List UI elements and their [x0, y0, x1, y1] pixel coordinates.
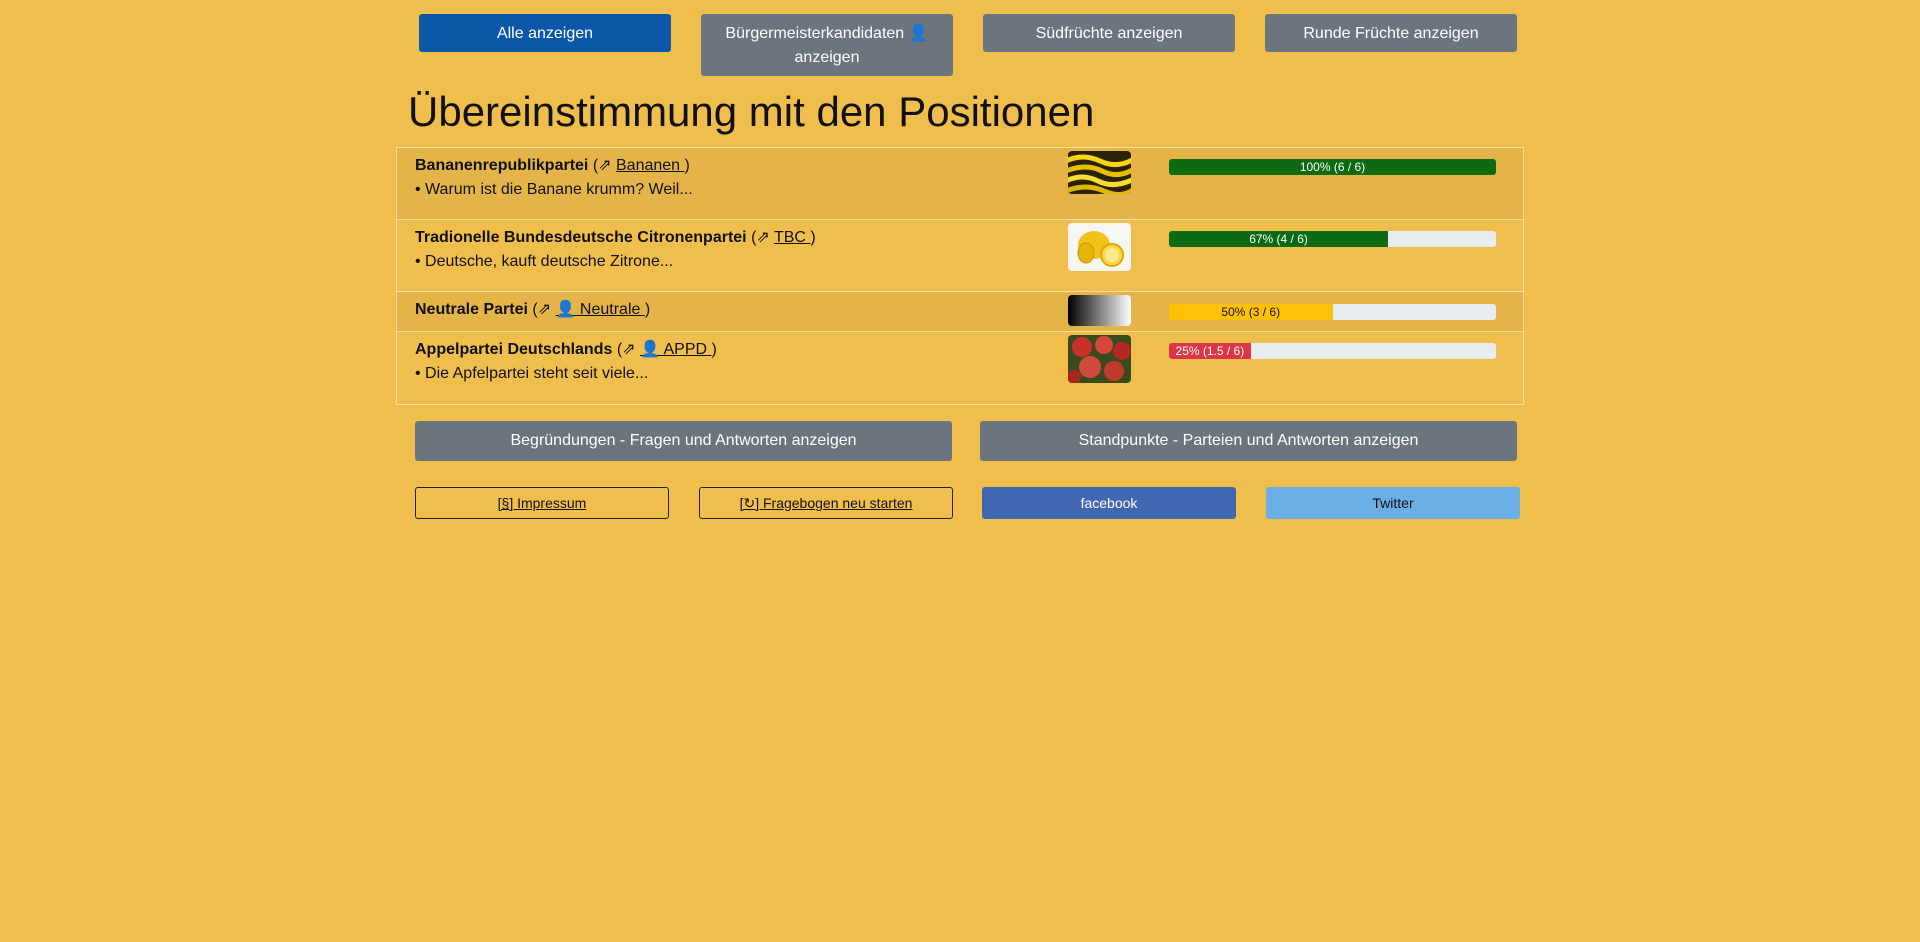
page-title: Übereinstimmung mit den Positionen [408, 88, 1095, 135]
party-row[interactable]: Appelpartei Deutschlands (⇗ 👤 APPD ) • D… [397, 332, 1523, 404]
match-progress-bar: 67% (4 / 6) [1169, 231, 1496, 247]
gradient-image [1068, 295, 1131, 326]
show-round-fruits-button[interactable]: Runde Früchte anzeigen [1265, 14, 1517, 52]
party-row[interactable]: Tradionelle Bundesdeutsche Citronenparte… [397, 220, 1523, 292]
twitter-share-button[interactable]: Twitter [1266, 487, 1520, 519]
open-link-icon: (⇗ [612, 341, 640, 358]
party-link[interactable]: Bananen [616, 157, 685, 174]
party-title: Tradionelle Bundesdeutsche Citronenparte… [415, 229, 747, 246]
show-tropical-fruits-button[interactable]: Südfrüchte anzeigen [983, 14, 1235, 52]
open-link-icon: (⇗ [588, 157, 616, 174]
party-close-paren: ) [711, 341, 717, 358]
match-progress-fill: 100% (6 / 6) [1169, 159, 1496, 175]
party-close-paren: ) [810, 229, 816, 246]
open-link-icon: (⇗ [527, 301, 556, 318]
match-progress-bar: 25% (1.5 / 6) [1169, 343, 1496, 359]
impressum-button[interactable]: [§] Impressum [415, 487, 669, 519]
party-results-list: Bananenrepublikpartei (⇗ Bananen ) • War… [396, 147, 1524, 405]
party-name: Neutrale Partei (⇗ 👤 Neutrale ) [415, 300, 650, 320]
restart-questionnaire-button[interactable]: [↻] Fragebogen neu starten [699, 487, 953, 519]
facebook-share-button[interactable]: facebook [982, 487, 1236, 519]
show-reasons-button[interactable]: Begründungen - Fragen und Antworten anze… [415, 421, 952, 461]
match-progress-fill: 25% (1.5 / 6) [1169, 343, 1251, 359]
party-close-paren: ) [644, 301, 651, 318]
apple-image [1068, 335, 1131, 383]
party-title: Bananenrepublikpartei [415, 157, 589, 174]
match-progress-fill: 67% (4 / 6) [1169, 231, 1389, 247]
match-progress-bar: 100% (6 / 6) [1169, 159, 1496, 175]
party-row[interactable]: Bananenrepublikpartei (⇗ Bananen ) • War… [397, 148, 1523, 220]
show-positions-button[interactable]: Standpunkte - Parteien und Antworten anz… [980, 421, 1517, 461]
match-progress-fill: 50% (3 / 6) [1169, 304, 1333, 320]
party-name: Bananenrepublikpartei (⇗ Bananen ) [415, 156, 690, 176]
party-name: Tradionelle Bundesdeutsche Citronenparte… [415, 228, 816, 248]
party-description: • Die Apfelpartei steht seit viele... [415, 365, 649, 382]
filter-buttons: Alle anzeigen Bürgermeisterkandidaten 👤 … [419, 14, 1517, 76]
match-progress-bar: 50% (3 / 6) [1169, 304, 1496, 320]
party-close-paren: ) [684, 157, 690, 174]
party-row[interactable]: Neutrale Partei (⇗ 👤 Neutrale ) 50% (3 /… [397, 292, 1523, 332]
party-title: Appelpartei Deutschlands [415, 341, 613, 358]
open-link-icon: (⇗ [746, 229, 774, 246]
banana-image [1068, 151, 1131, 194]
party-link[interactable]: TBC [774, 229, 810, 246]
party-title: Neutrale Partei [415, 301, 528, 318]
party-link[interactable]: 👤 Neutrale [556, 301, 645, 318]
party-link[interactable]: 👤 APPD [640, 341, 712, 358]
party-description: • Deutsche, kauft deutsche Zitrone... [415, 253, 674, 270]
lemon-image [1068, 223, 1131, 271]
show-mayor-candidates-button[interactable]: Bürgermeisterkandidaten 👤 anzeigen [701, 14, 953, 76]
party-name: Appelpartei Deutschlands (⇗ 👤 APPD ) [415, 340, 717, 360]
show-all-button[interactable]: Alle anzeigen [419, 14, 671, 52]
party-description: • Warum ist die Banane krumm? Weil... [415, 181, 693, 198]
